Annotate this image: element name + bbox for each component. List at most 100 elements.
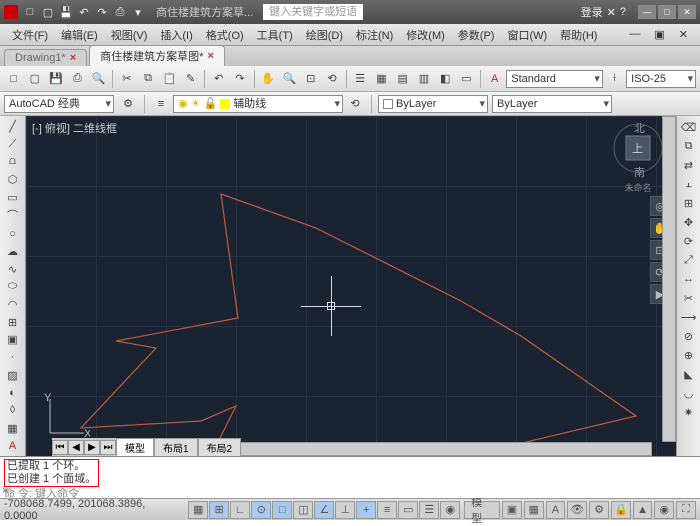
open-icon[interactable]: ▢ — [25, 69, 44, 89]
scrollbar-horizontal[interactable] — [196, 442, 652, 456]
tab-first-icon[interactable]: ⏮ — [52, 440, 68, 455]
tool-palettes-icon[interactable]: ▤ — [393, 69, 412, 89]
trim-icon[interactable]: ✂ — [679, 289, 699, 307]
text-style-combo[interactable]: Standard — [506, 70, 603, 88]
layer-manager-icon[interactable]: ≡ — [151, 94, 171, 114]
line-icon[interactable]: ╱ — [3, 118, 23, 135]
hatch-icon[interactable]: ▨ — [3, 367, 23, 384]
cmdline-close-icon[interactable]: × — [2, 485, 8, 497]
table-icon[interactable]: ▦ — [3, 420, 23, 437]
circle-icon[interactable]: ○ — [3, 225, 23, 242]
scale-icon[interactable]: ⤢ — [679, 251, 699, 269]
doc-close-button[interactable]: ✕ — [673, 26, 694, 43]
stretch-icon[interactable]: ↔ — [679, 270, 699, 288]
menu-draw[interactable]: 绘图(D) — [300, 25, 349, 45]
polar-toggle[interactable]: ⊙ — [251, 501, 271, 519]
undo-icon[interactable]: ↶ — [76, 4, 92, 20]
undo-icon[interactable]: ↶ — [209, 69, 228, 89]
sc-toggle[interactable]: ◉ — [440, 501, 460, 519]
menu-format[interactable]: 格式(O) — [200, 25, 250, 45]
quickview-drawings-icon[interactable]: ▦ — [524, 501, 544, 519]
quickview-layouts-icon[interactable]: ▣ — [502, 501, 522, 519]
menu-window[interactable]: 窗口(W) — [501, 25, 553, 45]
workspace-combo[interactable]: AutoCAD 经典 — [4, 95, 114, 113]
design-center-icon[interactable]: ▦ — [372, 69, 391, 89]
close-icon[interactable]: × — [70, 52, 76, 64]
color-combo[interactable]: ByLayer — [378, 95, 488, 113]
linetype-combo[interactable]: ByLayer — [492, 95, 612, 113]
command-line[interactable]: 已提取 1 个环。 已创建 1 个面域。 × 命 令: 键入命令 — [0, 456, 700, 498]
viewport-label[interactable]: [-] 俯视] 二维线框 — [32, 120, 117, 136]
paste-icon[interactable]: 📋 — [160, 69, 179, 89]
model-space-button[interactable]: 模型 — [464, 501, 500, 519]
plot-preview-icon[interactable]: 🔍 — [89, 69, 108, 89]
dim-style-icon[interactable]: ⟊ — [605, 69, 624, 89]
tab-last-icon[interactable]: ⏭ — [100, 440, 116, 455]
ortho-toggle[interactable]: ∟ — [230, 501, 250, 519]
isolate-icon[interactable]: ◉ — [654, 501, 674, 519]
tab-prev-icon[interactable]: ◀ — [68, 440, 84, 455]
menu-view[interactable]: 视图(V) — [105, 25, 154, 45]
revcloud-icon[interactable]: ☁ — [3, 243, 23, 260]
dyn-toggle[interactable]: + — [356, 501, 376, 519]
make-block-icon[interactable]: ▣ — [3, 331, 23, 348]
3dosnap-toggle[interactable]: ◫ — [293, 501, 313, 519]
qp-toggle[interactable]: ☰ — [419, 501, 439, 519]
workspace-settings-icon[interactable]: ⚙ — [118, 94, 138, 114]
layer-combo[interactable]: ◉ ☀ 🔓 辅助线 — [173, 95, 343, 113]
tab-model[interactable]: 模型 — [116, 438, 154, 457]
zoom-previous-icon[interactable]: ⟲ — [322, 69, 341, 89]
rotate-icon[interactable]: ⟳ — [679, 232, 699, 250]
region-icon[interactable]: ◊ — [3, 402, 23, 419]
doc-tab-2[interactable]: 商住楼建筑方案草图* × — [89, 45, 225, 66]
lock-ui-icon[interactable]: 🔒 — [611, 501, 631, 519]
open-icon[interactable]: ▢ — [40, 4, 56, 20]
menu-tools[interactable]: 工具(T) — [251, 25, 299, 45]
move-icon[interactable]: ✥ — [679, 213, 699, 231]
view-cube[interactable]: 上北南 未命名 — [610, 122, 666, 178]
zoom-icon[interactable]: 🔍 — [280, 69, 299, 89]
search-input[interactable]: 键入关键字或短语 — [263, 4, 363, 20]
coordinates[interactable]: -708068.7499, 201068.3896, 0.0000 — [4, 498, 180, 522]
tab-layout1[interactable]: 布局1 — [154, 438, 198, 457]
mtext-icon[interactable]: A — [3, 437, 23, 454]
dim-style-combo[interactable]: ISO-25 — [626, 70, 696, 88]
minimize-button[interactable]: — — [638, 5, 656, 19]
menu-help[interactable]: 帮助(H) — [554, 25, 603, 45]
scrollbar-vertical[interactable] — [662, 116, 676, 442]
break-icon[interactable]: ⊘ — [679, 327, 699, 345]
annotation-visibility-icon[interactable]: 👁 — [567, 501, 587, 519]
snap-toggle[interactable]: ▦ — [188, 501, 208, 519]
cut-icon[interactable]: ✂ — [117, 69, 136, 89]
menu-parametric[interactable]: 参数(P) — [452, 25, 501, 45]
layer-previous-icon[interactable]: ⟲ — [345, 94, 365, 114]
arc-icon[interactable]: ⌒ — [3, 206, 23, 224]
annotation-scale-icon[interactable]: A — [546, 501, 566, 519]
redo-icon[interactable]: ↷ — [94, 4, 110, 20]
close-icon[interactable]: × — [207, 50, 213, 62]
array-icon[interactable]: ⊞ — [679, 194, 699, 212]
exchange-icon[interactable]: ✕ — [607, 6, 616, 19]
mirror-icon[interactable]: ⇄ — [679, 156, 699, 174]
redo-icon[interactable]: ↷ — [230, 69, 249, 89]
ducs-toggle[interactable]: ⊥ — [335, 501, 355, 519]
tab-next-icon[interactable]: ▶ — [84, 440, 100, 455]
help-icon[interactable]: ? — [620, 6, 626, 18]
menu-insert[interactable]: 插入(I) — [154, 25, 198, 45]
copy-icon[interactable]: ⧉ — [138, 69, 157, 89]
print-icon[interactable]: ⎙ — [112, 4, 128, 20]
command-prompt[interactable]: 命 令: 键入命令 — [4, 488, 696, 501]
join-icon[interactable]: ⊕ — [679, 346, 699, 364]
app-icon[interactable] — [4, 5, 18, 19]
login-link[interactable]: 登录 — [581, 4, 603, 20]
close-button[interactable]: ✕ — [678, 5, 696, 19]
text-style-icon[interactable]: A — [485, 69, 504, 89]
polyline-icon[interactable]: ⩍ — [3, 153, 23, 170]
rectangle-icon[interactable]: ▭ — [3, 189, 23, 206]
drawing-canvas[interactable]: [-] 俯视] 二维线框 YX 上北南 未命名 ◎ ✋ ⊡ ⟳ ▶ — [26, 116, 676, 456]
explode-icon[interactable]: ✷ — [679, 403, 699, 421]
pan-icon[interactable]: ✋ — [259, 69, 278, 89]
erase-icon[interactable]: ⌫ — [679, 118, 699, 136]
menu-edit[interactable]: 编辑(E) — [55, 25, 104, 45]
tpy-toggle[interactable]: ▭ — [398, 501, 418, 519]
